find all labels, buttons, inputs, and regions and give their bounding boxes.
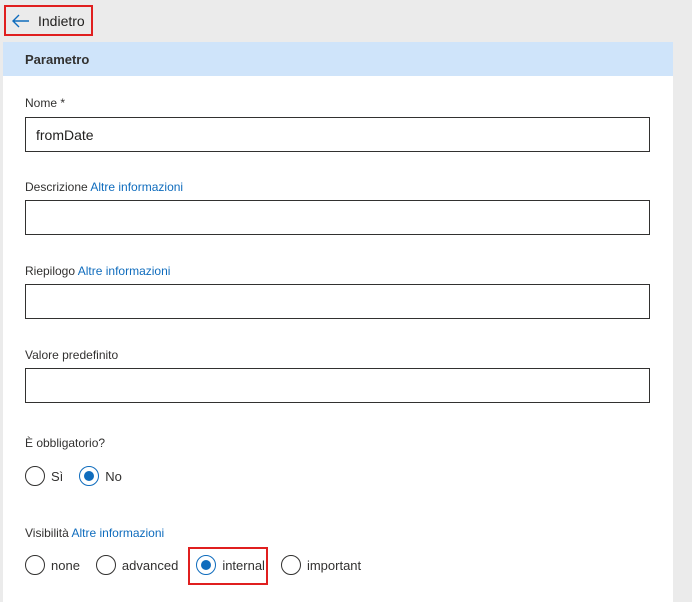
arrow-left-icon bbox=[12, 14, 29, 27]
description-label: Descrizione bbox=[25, 180, 88, 194]
visibility-option-none[interactable]: none bbox=[25, 555, 80, 575]
visibility-option-advanced-label: advanced bbox=[121, 557, 179, 573]
description-field[interactable] bbox=[25, 200, 650, 235]
visibility-radio-group: none advanced internal important bbox=[25, 555, 361, 575]
required-option-yes-label: Sì bbox=[51, 468, 64, 484]
name-field[interactable] bbox=[25, 117, 650, 152]
visibility-label-row: Visibilità Altre informazioni bbox=[25, 526, 164, 540]
summary-label: Riepilogo bbox=[25, 264, 76, 278]
radio-important-circle[interactable] bbox=[280, 555, 301, 575]
back-button[interactable]: Indietro bbox=[4, 5, 93, 36]
visibility-option-internal[interactable]: internal bbox=[196, 555, 265, 575]
required-option-no[interactable]: No bbox=[79, 466, 122, 486]
description-label-row: Descrizione Altre informazioni bbox=[25, 180, 183, 194]
default-value-field[interactable] bbox=[25, 368, 650, 403]
default-value-label: Valore predefinito bbox=[25, 348, 119, 362]
visibility-label: Visibilità bbox=[25, 526, 69, 540]
visibility-option-important-label: important bbox=[306, 557, 362, 573]
radio-advanced-circle[interactable] bbox=[95, 555, 116, 575]
top-bar: Indietro bbox=[0, 0, 692, 42]
panel-header: Parametro bbox=[3, 42, 673, 76]
required-label: È obbligatorio? bbox=[25, 436, 106, 450]
panel-title: Parametro bbox=[25, 52, 90, 67]
required-radio-group: Sì No bbox=[25, 466, 122, 486]
radio-internal-circle[interactable] bbox=[196, 555, 217, 575]
required-option-no-label: No bbox=[105, 468, 122, 484]
summary-field[interactable] bbox=[25, 284, 650, 319]
summary-label-row: Riepilogo Altre informazioni bbox=[25, 264, 170, 278]
radio-no-circle[interactable] bbox=[79, 466, 100, 486]
summary-more-info-link[interactable]: Altre informazioni bbox=[78, 264, 171, 278]
radio-yes-circle[interactable] bbox=[25, 466, 45, 486]
visibility-more-info-link[interactable]: Altre informazioni bbox=[71, 526, 164, 540]
radio-none-circle[interactable] bbox=[25, 555, 45, 575]
required-option-yes[interactable]: Sì bbox=[25, 466, 63, 486]
visibility-option-important[interactable]: important bbox=[280, 555, 362, 575]
visibility-option-advanced[interactable]: advanced bbox=[95, 555, 179, 575]
name-label: Nome * bbox=[25, 96, 66, 110]
back-button-label: Indietro bbox=[38, 12, 85, 29]
visibility-option-internal-label: internal bbox=[222, 557, 265, 573]
description-more-info-link[interactable]: Altre informazioni bbox=[90, 180, 183, 194]
visibility-option-none-label: none bbox=[51, 557, 80, 573]
